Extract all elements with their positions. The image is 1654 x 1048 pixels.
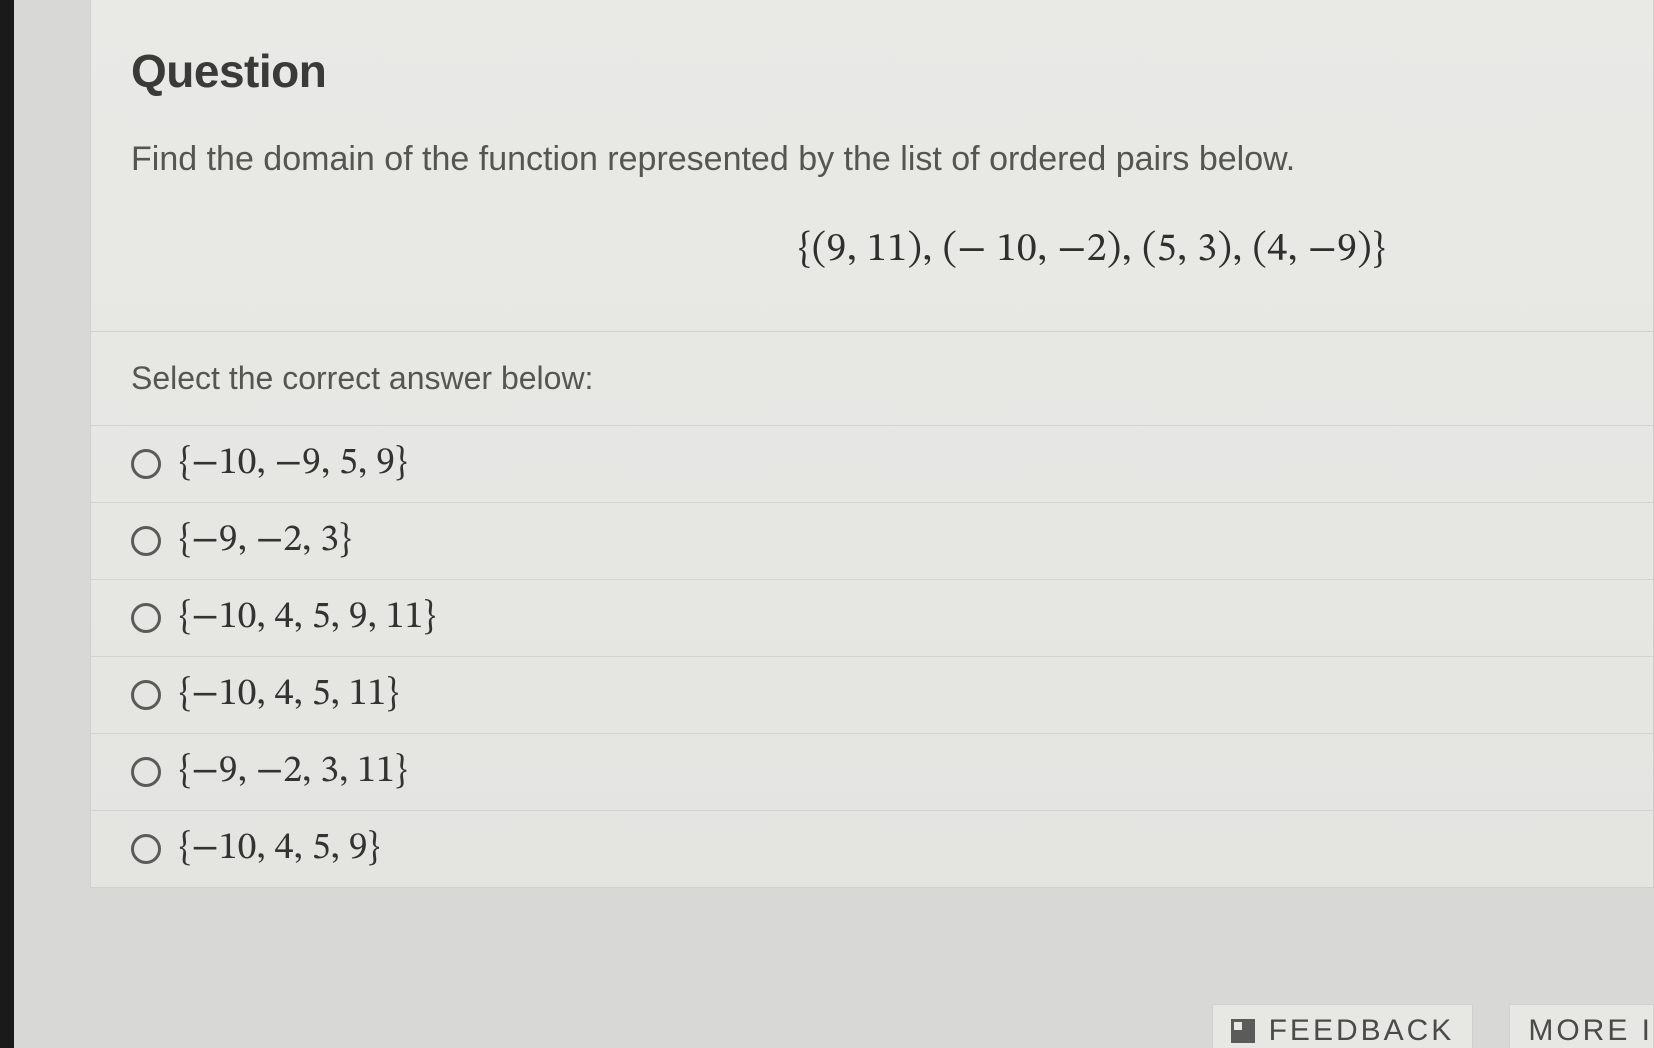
feedback-button[interactable]: FEEDBACK bbox=[1212, 1004, 1474, 1048]
question-prompt: Find the domain of the function represen… bbox=[131, 140, 1613, 179]
feedback-label: FEEDBACK bbox=[1269, 1014, 1455, 1048]
option-row[interactable]: {−10, 4, 5, 9, 11} bbox=[91, 579, 1653, 656]
option-row[interactable]: {−9, −2, 3} bbox=[91, 502, 1653, 579]
radio-icon[interactable] bbox=[131, 449, 161, 479]
footer-bar: FEEDBACK MORE I bbox=[90, 994, 1654, 1048]
option-row[interactable]: {−10, 4, 5, 9} bbox=[91, 810, 1653, 887]
radio-icon[interactable] bbox=[131, 757, 161, 787]
question-card: Question Find the domain of the function… bbox=[90, 0, 1654, 888]
radio-icon[interactable] bbox=[131, 603, 161, 633]
answer-instruction: Select the correct answer below: bbox=[91, 331, 1653, 425]
more-button[interactable]: MORE I bbox=[1509, 1004, 1654, 1048]
page-root: Question Find the domain of the function… bbox=[0, 0, 1654, 1048]
radio-icon[interactable] bbox=[131, 526, 161, 556]
screen-left-edge bbox=[0, 0, 14, 1048]
question-formula: {(9, 11), (− 10, −2), (5, 3), (4, −9)} bbox=[131, 225, 1613, 275]
flag-icon bbox=[1231, 1019, 1255, 1043]
option-label: {−9, −2, 3, 11} bbox=[179, 748, 407, 796]
radio-icon[interactable] bbox=[131, 680, 161, 710]
radio-icon[interactable] bbox=[131, 834, 161, 864]
option-label: {−9, −2, 3} bbox=[179, 517, 351, 565]
options-list: {−10, −9, 5, 9} {−9, −2, 3} {−10, 4, 5, … bbox=[91, 425, 1653, 887]
option-label: {−10, 4, 5, 9, 11} bbox=[179, 594, 436, 642]
question-header-area: Question Find the domain of the function… bbox=[91, 0, 1653, 275]
option-label: {−10, 4, 5, 9} bbox=[179, 825, 380, 873]
question-title: Question bbox=[131, 44, 1613, 98]
option-row[interactable]: {−9, −2, 3, 11} bbox=[91, 733, 1653, 810]
option-row[interactable]: {−10, −9, 5, 9} bbox=[91, 425, 1653, 502]
option-label: {−10, 4, 5, 11} bbox=[179, 671, 399, 719]
more-label: MORE I bbox=[1528, 1014, 1653, 1048]
option-row[interactable]: {−10, 4, 5, 11} bbox=[91, 656, 1653, 733]
option-label: {−10, −9, 5, 9} bbox=[179, 440, 407, 488]
